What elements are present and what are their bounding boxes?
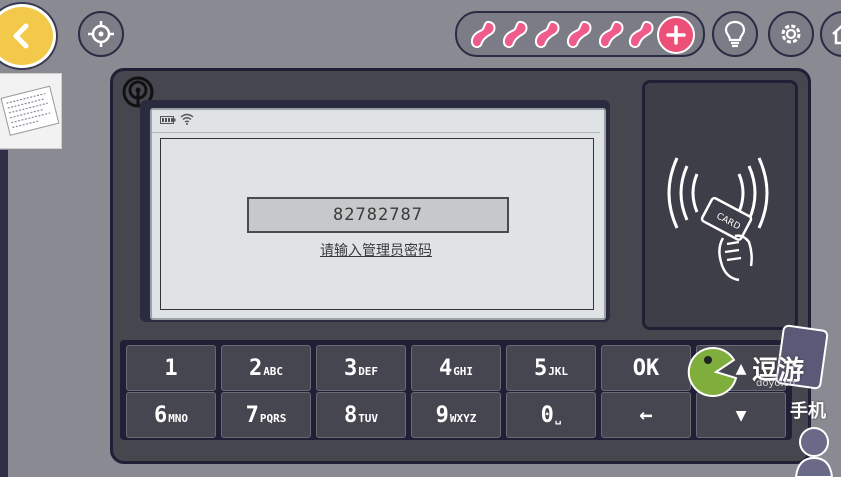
- document-icon: [0, 85, 60, 136]
- crosshair-icon: [88, 21, 114, 47]
- key-letters: WXYZ: [449, 412, 477, 425]
- key-letters: GHI: [453, 365, 474, 378]
- bean-icon: [628, 20, 654, 49]
- bean-icon: [470, 20, 496, 49]
- down-arrow-icon: ▼: [735, 404, 747, 426]
- inventory-item-document[interactable]: [0, 73, 62, 149]
- screen-status-bar: [152, 110, 600, 133]
- backspace-icon: ←: [639, 402, 653, 428]
- home-button[interactable]: [820, 11, 841, 57]
- key-letters: MNO: [168, 412, 189, 425]
- watermark-line2: 手机: [790, 401, 826, 422]
- key-digit: 0: [540, 402, 554, 428]
- bean-icon: [566, 20, 592, 49]
- key-7[interactable]: 7 PQRS: [221, 392, 311, 438]
- bean-icon: [534, 20, 560, 49]
- bean-icon: [598, 20, 624, 49]
- key-digit: 3: [343, 355, 358, 381]
- nfc-card-icon: CARD: [667, 157, 769, 282]
- key-digit: 5: [533, 355, 548, 381]
- key-digit: 2: [248, 355, 263, 381]
- lightbulb-icon: [724, 20, 746, 48]
- key-digit: OK: [632, 355, 660, 381]
- battery-icon: [160, 116, 176, 124]
- card-reader[interactable]: CARD: [642, 80, 798, 330]
- key-digit: 8: [343, 402, 358, 428]
- ok-button[interactable]: OK: [601, 345, 691, 391]
- locate-button[interactable]: [78, 11, 124, 57]
- key-3[interactable]: 3 DEF: [316, 345, 406, 391]
- space-icon: ␣: [554, 412, 562, 425]
- key-digit: 7: [245, 402, 259, 428]
- hint-button[interactable]: [712, 11, 758, 57]
- key-digit: 6: [153, 402, 168, 428]
- watermark-subtitle: doyo.cn: [756, 378, 796, 389]
- settings-button[interactable]: [768, 11, 814, 57]
- watermark-logo-icon: [687, 346, 738, 397]
- home-icon: [832, 25, 841, 45]
- key-letters: PQRS: [259, 412, 287, 425]
- key-letters: TUV: [358, 412, 379, 425]
- key-2[interactable]: 2 ABC: [221, 345, 311, 391]
- wifi-icon: [180, 113, 194, 125]
- key-letters: ABC: [263, 365, 284, 378]
- key-0[interactable]: 0 ␣: [506, 392, 596, 438]
- key-4[interactable]: 4 GHI: [411, 345, 501, 391]
- password-display: 82782787: [247, 197, 509, 233]
- key-digit: 1: [164, 355, 178, 381]
- gear-icon: [781, 24, 801, 44]
- hint-beans-bar: [455, 11, 705, 57]
- add-beans-button[interactable]: [657, 16, 695, 54]
- left-panel-edge: [0, 150, 8, 477]
- key-6[interactable]: 6 MNO: [126, 392, 216, 438]
- key-1[interactable]: 1: [126, 345, 216, 391]
- key-8[interactable]: 8 TUV: [316, 392, 406, 438]
- back-icon: [13, 23, 29, 49]
- bean-icon: [502, 20, 528, 49]
- key-9[interactable]: 9 WXYZ: [411, 392, 501, 438]
- backspace-button[interactable]: ←: [601, 392, 691, 438]
- key-5[interactable]: 5 JKL: [506, 345, 596, 391]
- watermark-mascot-icon: [794, 427, 834, 477]
- key-letters: DEF: [358, 365, 379, 378]
- back-button[interactable]: [0, 4, 56, 68]
- plus-icon: [666, 25, 686, 45]
- admin-password-prompt: 请输入管理员密码: [320, 243, 432, 259]
- key-digit: 9: [435, 402, 449, 428]
- key-digit: 4: [438, 355, 453, 381]
- key-letters: JKL: [548, 365, 569, 378]
